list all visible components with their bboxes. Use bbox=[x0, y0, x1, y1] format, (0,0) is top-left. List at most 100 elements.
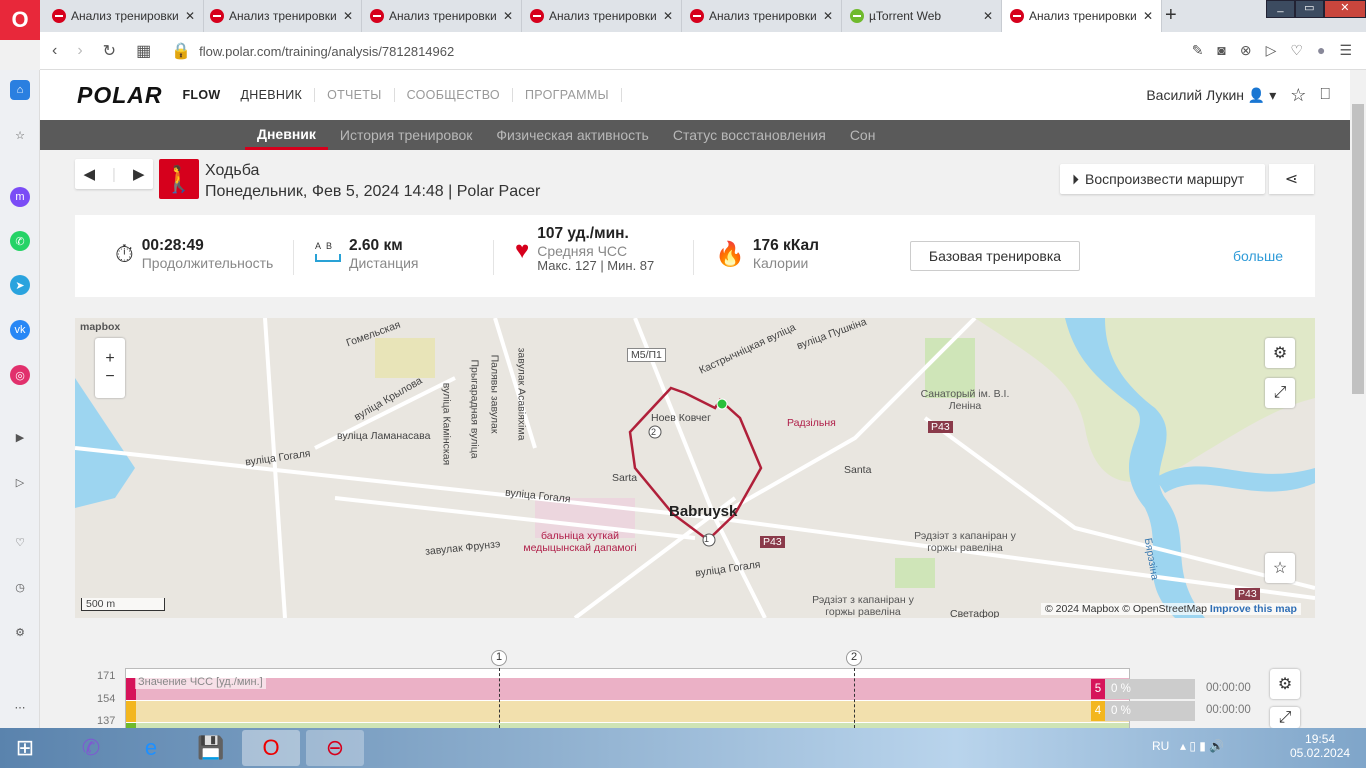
next-training-button[interactable]: ▶ bbox=[133, 165, 145, 183]
distance-stat: A B 2.60 км Дистанция bbox=[315, 237, 419, 271]
zone-5-band bbox=[126, 678, 1129, 700]
tabs-grid-icon[interactable]: ▦ bbox=[136, 41, 151, 61]
favicon-icon bbox=[52, 9, 66, 23]
tab-title: Анализ тренировки bbox=[1029, 9, 1137, 23]
previous-training-button[interactable]: ◀ bbox=[84, 165, 96, 183]
chart-settings-button[interactable]: ⚙ bbox=[1270, 669, 1300, 699]
forward-icon[interactable]: › bbox=[77, 42, 82, 60]
reload-icon[interactable]: ↻ bbox=[103, 41, 116, 61]
subnav-history[interactable]: История тренировок bbox=[328, 120, 484, 150]
close-tab-icon[interactable]: ✕ bbox=[823, 9, 833, 23]
fullscreen-button[interactable]: ⤢ bbox=[1265, 378, 1295, 408]
viber-icon[interactable]: ✆ bbox=[62, 730, 120, 766]
close-tab-icon[interactable]: ✕ bbox=[663, 9, 673, 23]
subnav-activity[interactable]: Физическая активность bbox=[484, 120, 660, 150]
minimize-button[interactable]: _ bbox=[1266, 0, 1295, 18]
more-link[interactable]: больше bbox=[1233, 248, 1283, 264]
instagram-icon[interactable]: ◎ bbox=[10, 365, 30, 385]
maximize-button[interactable]: ▭ bbox=[1294, 0, 1324, 18]
camera-icon[interactable]: ◙ bbox=[1217, 42, 1225, 59]
close-window-button[interactable]: ✕ bbox=[1323, 0, 1366, 18]
zone-4-band bbox=[126, 701, 1129, 722]
opera-menu-button[interactable]: O bbox=[0, 0, 40, 40]
close-tab-icon[interactable]: ✕ bbox=[185, 9, 195, 23]
ruler-icon: A B bbox=[315, 241, 341, 262]
address-bar: ‹ › ↻ ▦ 🔒 flow.polar.com/training/analysi… bbox=[40, 32, 1366, 70]
scrollbar-thumb[interactable] bbox=[1352, 104, 1364, 394]
zoom-out-button[interactable]: − bbox=[105, 368, 114, 386]
profile-icon[interactable]: ● bbox=[1317, 42, 1325, 59]
map-settings-button[interactable]: ⚙ bbox=[1265, 338, 1295, 368]
mapbox-logo: mapbox bbox=[80, 321, 121, 333]
browser-tab[interactable]: Анализ тренировки ✕ bbox=[44, 0, 204, 32]
nav-community[interactable]: СООБЩЕСТВО bbox=[395, 88, 513, 102]
history-icon[interactable]: ◷ bbox=[10, 577, 30, 597]
browser-tab[interactable]: Анализ тренировки ✕ bbox=[1002, 0, 1162, 32]
favorites-star-icon[interactable]: ☆ bbox=[1290, 85, 1306, 106]
lock-icon: 🔒 bbox=[171, 42, 192, 60]
messenger-icon[interactable]: m bbox=[10, 187, 30, 207]
map-favorite-button[interactable]: ☆ bbox=[1265, 553, 1295, 583]
training-type-button[interactable]: Базовая тренировка bbox=[910, 241, 1080, 271]
zone-4-row: 40 % bbox=[1091, 701, 1195, 721]
sub-navigation: Дневник История тренировок Физическая ак… bbox=[40, 120, 1350, 150]
training-date-device: Понедельник, Фев 5, 2024 14:48 | Polar P… bbox=[205, 183, 541, 200]
back-icon[interactable]: ‹ bbox=[52, 42, 57, 60]
vk-icon[interactable]: vk bbox=[10, 320, 30, 340]
new-tab-button[interactable]: + bbox=[1165, 4, 1177, 27]
polar-taskbar-icon[interactable]: ⊖ bbox=[306, 730, 364, 766]
whatsapp-icon[interactable]: ✆ bbox=[10, 231, 30, 251]
send-icon[interactable]: ▷ bbox=[10, 472, 30, 492]
calories-stat: 🔥 176 кКал Калории bbox=[715, 237, 819, 271]
settings-icon[interactable]: ⚙ bbox=[10, 622, 30, 642]
close-tab-icon[interactable]: ✕ bbox=[1143, 9, 1153, 23]
clock[interactable]: 19:54 05.02.2024 bbox=[1290, 732, 1350, 760]
share-button[interactable]: ⋖ bbox=[1269, 164, 1314, 194]
nav-diary[interactable]: ДНЕВНИК bbox=[229, 88, 316, 102]
polar-logo[interactable]: POLAR bbox=[77, 82, 163, 109]
more-icon[interactable]: ⋯ bbox=[10, 697, 30, 717]
easy-setup-icon[interactable]: ☰ bbox=[1339, 42, 1352, 59]
subnav-sleep[interactable]: Сон bbox=[838, 120, 888, 150]
tray-icons[interactable]: ▴ ▯ ▮ 🔊 bbox=[1180, 739, 1224, 753]
user-menu[interactable]: Василий Лукин 👤 ▾ bbox=[1146, 87, 1276, 104]
lap-marker[interactable]: 1 bbox=[491, 650, 507, 666]
duration-stat: ⏱ 00:28:49 Продолжительность bbox=[115, 237, 274, 271]
start-button[interactable]: ⊞ bbox=[0, 730, 50, 766]
browser-tab[interactable]: Анализ тренировки ✕ bbox=[362, 0, 522, 32]
walking-icon: 🚶 bbox=[159, 159, 199, 199]
adblock-icon[interactable]: ⊗ bbox=[1240, 42, 1252, 59]
snapshot-edit-icon[interactable]: ✎ bbox=[1192, 42, 1204, 59]
close-tab-icon[interactable]: ✕ bbox=[983, 9, 993, 23]
route-map[interactable]: mapbox Гомельская вуліца Крылова вуліца … bbox=[75, 318, 1315, 618]
subnav-recovery[interactable]: Статус восстановления bbox=[661, 120, 838, 150]
heart-rate-chart: 171 154 137 Значение ЧСС [уд./мин.] 1 2 … bbox=[75, 645, 1315, 728]
telegram-icon[interactable]: ➤ bbox=[10, 275, 30, 295]
chart-expand-button[interactable]: ⤢ bbox=[1270, 707, 1300, 728]
nav-programs[interactable]: ПРОГРАММЫ bbox=[513, 88, 622, 102]
home-icon[interactable]: ⌂ bbox=[10, 80, 30, 100]
heart-icon[interactable]: ♡ bbox=[10, 532, 30, 552]
save-app-icon[interactable]: 💾 bbox=[182, 730, 240, 766]
polar-header: POLAR FLOW ДНЕВНИК ОТЧЕТЫ СООБЩЕСТВО ПРО… bbox=[40, 70, 1350, 120]
subnav-diary[interactable]: Дневник bbox=[245, 120, 328, 150]
replay-route-button[interactable]: ⏵ Воспроизвести маршрут bbox=[1060, 164, 1265, 194]
browser-tab[interactable]: µTorrent Web ✕ bbox=[842, 0, 1002, 32]
send-icon[interactable]: ▷ bbox=[1266, 42, 1277, 59]
close-tab-icon[interactable]: ✕ bbox=[343, 9, 353, 23]
opera-taskbar-icon[interactable]: O bbox=[242, 730, 300, 766]
browser-tab[interactable]: Анализ тренировки ✕ bbox=[522, 0, 682, 32]
nav-reports[interactable]: ОТЧЕТЫ bbox=[315, 88, 395, 102]
zoom-in-button[interactable]: + bbox=[105, 350, 114, 368]
notifications-icon[interactable]: ⎕ bbox=[1320, 86, 1330, 104]
browser-tab[interactable]: Анализ тренировки ✕ bbox=[682, 0, 842, 32]
heart-icon[interactable]: ♡ bbox=[1290, 42, 1303, 59]
language-indicator[interactable]: RU bbox=[1152, 739, 1169, 753]
browser-tab[interactable]: Анализ тренировки ✕ bbox=[202, 0, 362, 32]
url-field[interactable]: 🔒 flow.polar.com/training/analysis/781281… bbox=[171, 41, 454, 61]
lap-marker[interactable]: 2 bbox=[846, 650, 862, 666]
player-icon[interactable]: ▶ bbox=[10, 427, 30, 447]
star-icon[interactable]: ☆ bbox=[10, 125, 30, 145]
internet-explorer-icon[interactable]: e bbox=[122, 730, 180, 766]
close-tab-icon[interactable]: ✕ bbox=[503, 9, 513, 23]
